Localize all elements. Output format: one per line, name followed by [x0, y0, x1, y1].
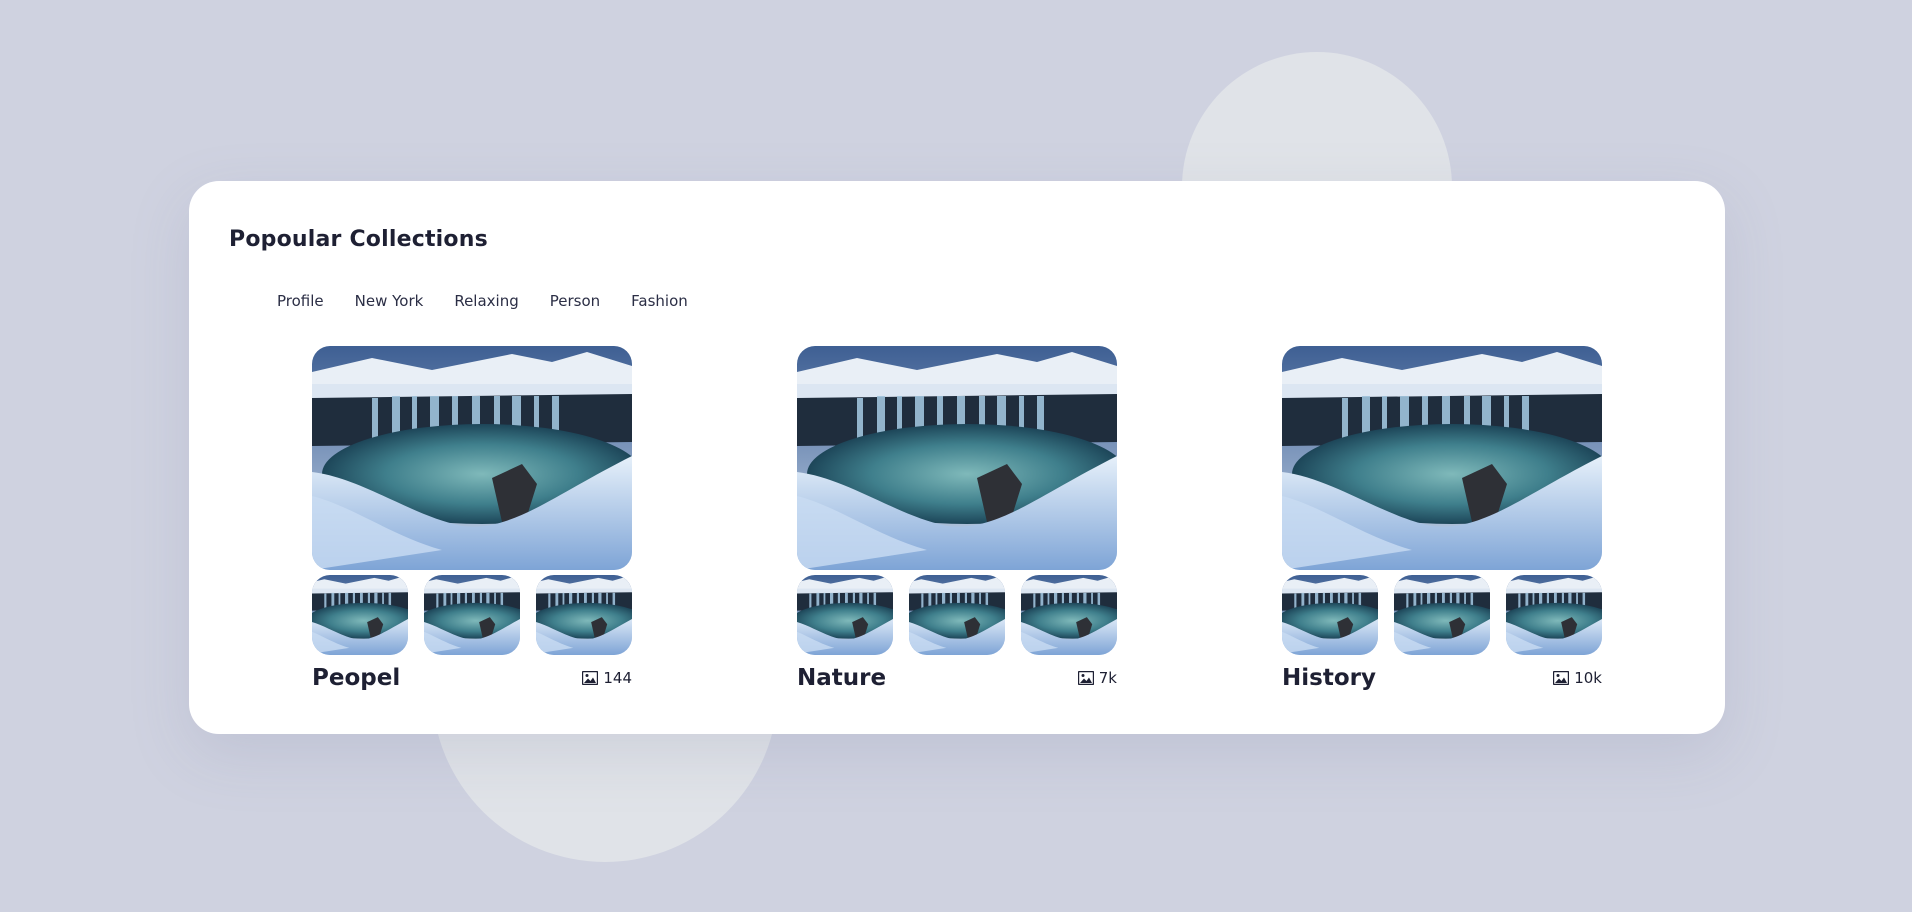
- image-icon: [1553, 671, 1570, 685]
- collection-card-peopel[interactable]: Peopel 144: [312, 346, 632, 691]
- collection-thumbnail[interactable]: [536, 575, 632, 655]
- page-title: Popoular Collections: [229, 227, 488, 252]
- image-icon: [582, 671, 599, 685]
- collection-thumbnail[interactable]: [312, 575, 408, 655]
- collection-name[interactable]: History: [1282, 665, 1376, 691]
- collections-card: Popoular Collections Profile New York Re…: [189, 181, 1725, 734]
- collection-thumbnail[interactable]: [1506, 575, 1602, 655]
- collection-card-history[interactable]: History 10k: [1282, 346, 1602, 691]
- collection-name[interactable]: Nature: [797, 665, 886, 691]
- tab-relaxing[interactable]: Relaxing: [454, 292, 518, 310]
- image-icon: [1077, 671, 1094, 685]
- collection-thumbnail[interactable]: [909, 575, 1005, 655]
- collection-thumbnail[interactable]: [1021, 575, 1117, 655]
- tab-profile[interactable]: Profile: [277, 292, 324, 310]
- collection-footer: Peopel 144: [312, 665, 632, 691]
- collection-footer: Nature 7k: [797, 665, 1117, 691]
- collection-count: 144: [582, 669, 632, 687]
- collection-main-photo[interactable]: [797, 346, 1117, 570]
- collection-main-photo[interactable]: [1282, 346, 1602, 570]
- collection-thumbnail[interactable]: [797, 575, 893, 655]
- collection-count-value: 7k: [1098, 669, 1117, 687]
- category-tabs: Profile New York Relaxing Person Fashion: [277, 292, 719, 310]
- collection-count-value: 10k: [1574, 669, 1602, 687]
- collection-card-nature[interactable]: Nature 7k: [797, 346, 1117, 691]
- collection-footer: History 10k: [1282, 665, 1602, 691]
- collection-count: 7k: [1077, 669, 1117, 687]
- tab-person[interactable]: Person: [550, 292, 600, 310]
- collection-thumbnail[interactable]: [424, 575, 520, 655]
- collection-main-photo[interactable]: [312, 346, 632, 570]
- collection-count: 10k: [1553, 669, 1602, 687]
- collection-thumbnail[interactable]: [1394, 575, 1490, 655]
- collection-thumbnails: [797, 575, 1117, 655]
- collection-name[interactable]: Peopel: [312, 665, 400, 691]
- collection-count-value: 144: [603, 669, 632, 687]
- collection-thumbnails: [1282, 575, 1602, 655]
- tab-fashion[interactable]: Fashion: [631, 292, 688, 310]
- tab-new-york[interactable]: New York: [355, 292, 424, 310]
- page: Popoular Collections Profile New York Re…: [0, 0, 1912, 912]
- collection-thumbnail[interactable]: [1282, 575, 1378, 655]
- collection-thumbnails: [312, 575, 632, 655]
